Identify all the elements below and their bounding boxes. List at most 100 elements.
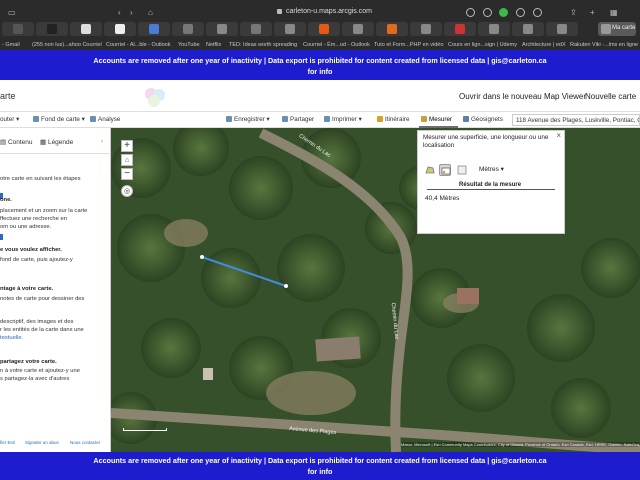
tab-1[interactable] — [2, 22, 34, 36]
share-button[interactable]: Partager — [282, 116, 314, 123]
share-label: Partager — [290, 116, 315, 123]
collapse-panel-icon[interactable]: ‹ — [101, 138, 103, 145]
shield-icon[interactable]: ⌂ — [148, 8, 153, 17]
tab-active[interactable]: Ma carte — [598, 22, 636, 36]
map-attribution: Maxar, Microsoft | Esri Community Maps C… — [401, 442, 639, 447]
save-label: Enregistrer — [234, 116, 265, 123]
tab-11[interactable] — [342, 22, 374, 36]
close-icon[interactable]: × — [556, 131, 561, 140]
tab-contents[interactable]: ▤ Contenu — [0, 138, 33, 146]
tab-9[interactable] — [274, 22, 306, 36]
tab-8[interactable] — [240, 22, 272, 36]
tab-17[interactable] — [546, 22, 578, 36]
bookmark[interactable]: Courriel - Al...ble - Outlook — [106, 42, 171, 48]
tab-10[interactable] — [308, 22, 340, 36]
area-tool-icon[interactable] — [424, 164, 436, 176]
save-button[interactable]: Enregistrer ▾ — [226, 116, 270, 123]
home-icon[interactable]: ⌂ — [121, 154, 133, 166]
open-map-viewer-link[interactable]: Ouvrir dans le nouveau Map Viewer — [459, 92, 586, 101]
measure-panel-title: Mesurer une superficie, une longueur ou … — [423, 134, 549, 149]
tab-13[interactable] — [410, 22, 442, 36]
extension-2-icon[interactable] — [516, 8, 525, 17]
url-text[interactable]: carleton-u.maps.arcgis.com — [286, 8, 372, 15]
left-panel: ▤ Contenu ▦ Légende ‹ otre carte en suiv… — [0, 128, 111, 452]
tab-15[interactable] — [478, 22, 510, 36]
banner-text: Accounts are removed after one year of i… — [93, 456, 547, 476]
measure-label: Mesurer — [429, 116, 453, 123]
bookmark-icon — [463, 116, 469, 122]
new-map-link[interactable]: Nouvelle carte — [585, 92, 636, 101]
tab-legend-label: Légende — [47, 139, 74, 146]
add-button[interactable]: outer ▾ — [0, 116, 19, 123]
bookmark[interactable]: Tuto et Form...PHP en vidéo — [374, 42, 443, 48]
instruction-line: partagez votre carte. — [0, 359, 57, 365]
extension-3-icon[interactable] — [533, 8, 542, 17]
unit-dropdown[interactable]: Mètres ▾ — [479, 165, 504, 173]
instruction-line: notes de carte pour dessiner des — [0, 296, 85, 302]
tab-14[interactable] — [444, 22, 476, 36]
bookmark[interactable]: TED: Ideas worth spreading — [229, 42, 297, 48]
tab-overview-icon[interactable]: ▦ — [610, 8, 618, 17]
locate-icon[interactable]: ◎ — [121, 185, 133, 197]
measure-button[interactable]: Mesurer — [421, 116, 452, 123]
sidebar-toggle-icon[interactable]: ▭ — [8, 8, 16, 17]
tab-favicon — [387, 24, 397, 34]
forward-icon[interactable]: › — [130, 8, 133, 17]
share-icon[interactable]: ⇪ — [570, 8, 577, 17]
tab-favicon — [523, 24, 533, 34]
page-title: arte — [0, 91, 16, 101]
tab-12[interactable] — [376, 22, 408, 36]
vpn-icon[interactable] — [483, 8, 492, 17]
distance-tool-icon[interactable] — [439, 164, 451, 176]
bookmark[interactable]: Rakuten Viki -...lms en ligne — [570, 42, 638, 48]
back-icon[interactable]: ‹ — [118, 8, 121, 17]
bookmark[interactable]: YouTube — [178, 42, 200, 48]
zoom-in-button[interactable]: + — [121, 140, 133, 152]
instruction-line: n à votre carte et ajoutez-y une — [0, 368, 80, 374]
tab-favicon — [47, 24, 57, 34]
tab-favicon — [319, 24, 329, 34]
tab-bar: Ma carte — [0, 22, 640, 38]
bookmark[interactable]: - Gmail — [2, 42, 20, 48]
print-button[interactable]: Imprimer ▾ — [324, 116, 362, 123]
address-search-input[interactable]: 118 Avenue des Plages, Luskville, Pontia… — [512, 114, 640, 126]
instruction-line: otre carte en suivant les étapes — [0, 176, 81, 182]
tab-3[interactable] — [70, 22, 102, 36]
tab-7[interactable] — [206, 22, 238, 36]
new-tab-icon[interactable]: + — [590, 8, 595, 17]
bookmark[interactable]: Architecture | edX — [522, 42, 566, 48]
print-label: Imprimer — [332, 116, 357, 123]
bookmark[interactable]: Courriel - Ém...od - Outlook — [303, 42, 370, 48]
geosignets-button[interactable]: Géosignets — [463, 116, 503, 123]
tab-favicon — [285, 24, 295, 34]
url-bar[interactable]: ▭ ‹ › ⌂ carleton-u.maps.arcgis.com ⇪ + ▦ — [0, 3, 640, 19]
contact-link[interactable]: Nous contacter — [70, 440, 100, 445]
report-abuse-link[interactable]: Signaler un abus — [25, 440, 59, 445]
bookmark[interactable]: (255 non lus)...ahoo Courriel — [32, 42, 102, 48]
measure-end-point — [284, 284, 288, 288]
tab-4[interactable] — [104, 22, 136, 36]
basemap-button[interactable]: Fond de carte ▾ — [33, 116, 85, 123]
directions-button[interactable]: Itinéraire — [377, 116, 410, 123]
extension-icon[interactable] — [499, 8, 508, 17]
tab-2[interactable] — [36, 22, 68, 36]
location-tool-icon[interactable] — [456, 164, 468, 176]
tab-favicon — [601, 24, 611, 34]
bookmark[interactable]: Netflix — [206, 42, 221, 48]
text-link[interactable]: textuelle. — [0, 335, 23, 341]
basemap-icon — [33, 116, 39, 122]
tab-legend[interactable]: ▦ Légende — [40, 138, 73, 146]
tab-6[interactable] — [172, 22, 204, 36]
tab-16[interactable] — [512, 22, 544, 36]
zoom-out-button[interactable]: − — [121, 168, 133, 180]
footer-link[interactable]: fier Esri — [0, 440, 15, 445]
instruction-line: placement et un zoom sur la carte — [0, 208, 88, 214]
esri-logo-icon — [145, 88, 165, 107]
analysis-button[interactable]: Analyse — [90, 116, 120, 123]
bookmark[interactable]: Cours en lign...sign | Udemy — [448, 42, 517, 48]
tab-5[interactable] — [138, 22, 170, 36]
instruction-line: ntage à votre carte. — [0, 286, 54, 292]
instruction-line: e vous voulez afficher. — [0, 247, 62, 253]
result-label: Résultat de la mesure — [459, 182, 522, 188]
reader-icon[interactable] — [466, 8, 475, 17]
